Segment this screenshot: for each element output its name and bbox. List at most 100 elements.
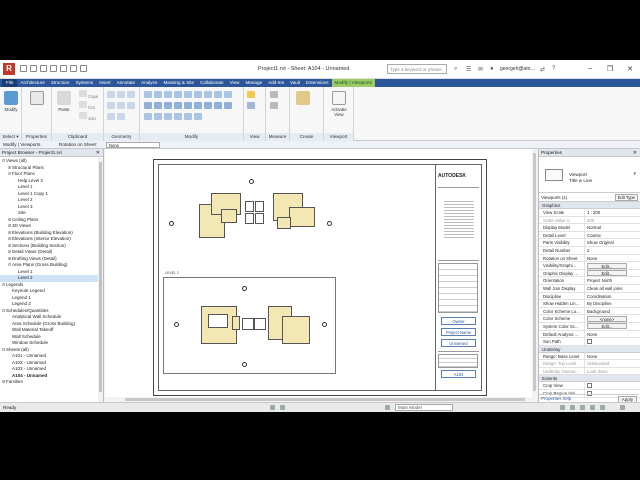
tab-architecture[interactable]: Architecture xyxy=(17,79,48,87)
property-edit-button[interactable]: Edit... xyxy=(587,262,627,269)
activate-view-button[interactable]: Activate View xyxy=(329,89,349,125)
select-pinned-icon[interactable] xyxy=(580,405,585,410)
modify-button[interactable]: Modify xyxy=(1,89,21,125)
modify-tools-row-1[interactable] xyxy=(143,90,233,100)
select-links-icon[interactable] xyxy=(560,405,565,410)
tab-add-ins[interactable]: Add-Ins xyxy=(265,79,287,87)
dimension-tools-row[interactable] xyxy=(269,101,279,111)
modify-tools-row-3[interactable] xyxy=(143,112,203,122)
browser-scroll-thumb[interactable] xyxy=(99,162,102,392)
property-value[interactable]: Background xyxy=(585,308,640,315)
filter-icon[interactable] xyxy=(385,405,390,410)
exchange-icon[interactable]: ⇄ xyxy=(540,66,545,73)
subscription-icon[interactable]: ☰ xyxy=(466,66,471,73)
sheet[interactable]: LEVEL 2 AUTODESK Owner Project Name Unna… xyxy=(153,159,487,396)
print-icon[interactable] xyxy=(60,65,67,72)
property-group-header[interactable]: Extents xyxy=(539,375,640,383)
property-value[interactable]: None xyxy=(585,331,640,338)
revit-logo-icon[interactable]: R xyxy=(3,63,15,75)
property-value[interactable]: Edit... xyxy=(585,270,640,277)
tab-extensions[interactable]: Extensions xyxy=(303,79,331,87)
title-block[interactable]: AUTODESK Owner Project Name Unnamed A104 xyxy=(435,165,481,390)
property-value[interactable]: Normal xyxy=(585,224,640,231)
join-button[interactable]: Join xyxy=(78,111,96,121)
cope-button[interactable]: Cope xyxy=(78,89,98,99)
help-icon[interactable]: ? xyxy=(552,66,555,72)
tab-massing-site[interactable]: Massing & Site xyxy=(160,79,197,87)
minimize-button[interactable]: – xyxy=(585,65,595,72)
cut-button[interactable]: Cut xyxy=(78,100,95,110)
property-value[interactable]: <none> xyxy=(585,315,640,322)
tab-systems[interactable]: Systems xyxy=(73,79,97,87)
undo-icon[interactable] xyxy=(40,65,47,72)
property-value[interactable]: Edit... xyxy=(585,262,640,269)
search-icon[interactable]: ⌕ xyxy=(454,66,457,73)
property-checkbox[interactable] xyxy=(587,339,592,345)
property-value[interactable]: None xyxy=(585,255,640,262)
sheet-number-field[interactable]: A104 xyxy=(441,370,476,378)
create-assembly-button[interactable] xyxy=(293,89,313,125)
3d-view-icon[interactable] xyxy=(80,65,87,72)
property-value[interactable]: Clean all wall joins xyxy=(585,285,640,292)
canvas-horizontal-thumb[interactable] xyxy=(125,398,525,401)
select-by-face-icon[interactable] xyxy=(590,405,595,410)
measure-tools-row[interactable] xyxy=(269,90,279,100)
browser-scrollbar[interactable] xyxy=(98,158,103,402)
property-value[interactable]: Project North xyxy=(585,277,640,284)
properties-filter-label[interactable]: Viewports (1) xyxy=(541,195,567,200)
tab-vault[interactable]: Vault xyxy=(287,79,303,87)
select-panel-label[interactable]: Select ▾ xyxy=(0,133,21,141)
modify-tools-row-2[interactable] xyxy=(143,101,233,111)
tab-annotate[interactable]: Annotate xyxy=(114,79,138,87)
property-value[interactable]: 1 : 200 xyxy=(585,209,640,216)
search-input[interactable]: Type a keyword or phrase xyxy=(387,64,447,74)
property-value[interactable]: Edit... xyxy=(585,323,640,330)
tab-analyze[interactable]: Analyze xyxy=(138,79,160,87)
edit-type-button[interactable]: Edit Type xyxy=(614,194,638,201)
user-name[interactable]: georgeh@ato… xyxy=(500,66,535,72)
geometry-tools-row-2[interactable] xyxy=(106,101,136,111)
measure-icon[interactable] xyxy=(70,65,77,72)
property-value[interactable]: None xyxy=(585,353,640,360)
user-icon[interactable]: ● xyxy=(490,66,494,72)
drawing-area[interactable]: LEVEL 2 AUTODESK Owner Project Name Unna… xyxy=(105,149,537,402)
property-group-header[interactable]: Graphics xyxy=(539,202,640,209)
tab-manage[interactable]: Manage xyxy=(242,79,265,87)
tab-view[interactable]: View xyxy=(227,79,243,87)
property-edit-button[interactable]: Edit... xyxy=(587,323,627,330)
property-checkbox[interactable] xyxy=(587,383,592,389)
geometry-tools-row-3[interactable] xyxy=(106,112,126,122)
save-icon[interactable] xyxy=(30,65,37,72)
select-underlay-icon[interactable] xyxy=(570,405,575,410)
close-icon[interactable]: ✕ xyxy=(633,149,637,157)
redo-icon[interactable] xyxy=(50,65,57,72)
tab-structure[interactable]: Structure xyxy=(48,79,73,87)
view-tools-row-1[interactable] xyxy=(246,90,256,100)
property-value[interactable]: 2 xyxy=(585,247,640,254)
property-group-header[interactable]: Underlay xyxy=(539,345,640,353)
property-value[interactable] xyxy=(585,338,640,345)
viewport-upper[interactable] xyxy=(169,179,344,249)
worksets-icon[interactable] xyxy=(270,405,275,410)
active-model-select[interactable]: Main Model xyxy=(395,404,453,411)
drag-elements-icon[interactable] xyxy=(600,405,605,410)
open-icon[interactable] xyxy=(20,65,27,72)
type-selector[interactable]: Viewport Title w Line ▾ xyxy=(539,157,640,193)
close-icon[interactable]: ✕ xyxy=(96,149,100,157)
viewport-lower-selected[interactable] xyxy=(163,277,336,374)
properties-help-link[interactable]: Properties help xyxy=(541,396,571,401)
tab-modify-viewports[interactable]: Modify | Viewports xyxy=(331,79,375,87)
communication-icon[interactable]: ✉ xyxy=(478,66,483,73)
canvas-vertical-scrollbar[interactable] xyxy=(532,149,537,397)
geometry-tools-row-1[interactable] xyxy=(106,90,136,100)
tab-collaborate[interactable]: Collaborate xyxy=(197,79,227,87)
filter-count-icon[interactable] xyxy=(620,405,625,410)
property-value[interactable]: Coarse xyxy=(585,232,640,239)
property-value[interactable]: Coordination xyxy=(585,293,640,300)
property-value[interactable]: By Discipline xyxy=(585,300,640,307)
project-name-field[interactable]: Project Name xyxy=(441,328,476,336)
rotation-select[interactable]: None xyxy=(106,142,160,148)
canvas-vertical-thumb[interactable] xyxy=(533,153,536,391)
close-button[interactable]: ✕ xyxy=(625,65,635,73)
design-options-icon[interactable] xyxy=(280,405,285,410)
